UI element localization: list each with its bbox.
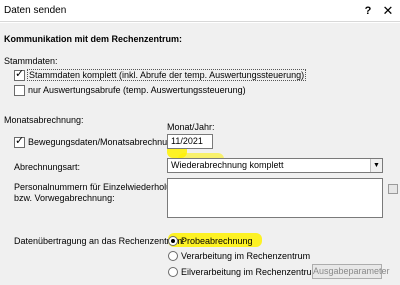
stammdaten-komplett-label[interactable]: Stammdaten komplett (inkl. Abrufe der te… [27,69,307,81]
title-bar: Daten senden ? ✕ [0,0,400,22]
datenuebertragung-label: Datenübertragung an das Rechenzentrum: [14,236,185,246]
probeabrechnung-label[interactable]: Probeabrechnung [181,236,253,246]
personalnummern-label-line1: Personalnummern für Einzelwiederholung [14,182,182,192]
page-heading: Kommunikation mit dem Rechenzentrum: [4,34,183,44]
abrechnungsart-label: Abrechnungsart: [14,162,81,172]
eilverarbeitung-radio[interactable] [168,267,178,277]
abrechnungsart-select[interactable]: Wiederabrechnung komplett ▼ [167,158,383,173]
stammdaten-section-label: Stammdaten: [4,56,58,66]
eilverarbeitung-label[interactable]: Eilverarbeitung im Rechenzentrum [181,267,319,277]
nur-auswertungsabrufe-checkbox[interactable] [14,85,25,96]
nur-auswertungsabrufe-label[interactable]: nur Auswertungsabrufe (temp. Auswertungs… [28,85,246,95]
window-title: Daten senden [4,5,67,16]
verarbeitung-radio[interactable] [168,251,178,261]
bewegungsdaten-checkbox[interactable] [14,135,25,148]
stammdaten-komplett-checkbox[interactable] [14,68,25,81]
close-button[interactable]: ✕ [376,0,400,22]
ausgabeparameter-button[interactable]: Ausgabeparameter [312,264,390,279]
abrechnungsart-value: Wiederabrechnung komplett [171,160,284,170]
personalnummern-label-line2: bzw. Vorwegabrechnung: [14,193,115,203]
help-button[interactable]: ? [361,3,375,19]
chevron-down-icon[interactable]: ▼ [370,159,382,172]
verarbeitung-label[interactable]: Verarbeitung im Rechenzentrum [181,251,310,261]
monat-jahr-input[interactable]: 11/2021 [167,134,213,149]
grid-icon[interactable] [388,184,398,194]
personalnummern-textarea[interactable] [167,178,383,218]
monatsabrechnung-section-label: Monatsabrechnung: [4,115,84,125]
bewegungsdaten-label[interactable]: Bewegungsdaten/Monatsabrechnung [28,137,177,147]
probeabrechnung-radio[interactable] [168,236,178,246]
monat-jahr-label: Monat/Jahr: [167,122,215,132]
